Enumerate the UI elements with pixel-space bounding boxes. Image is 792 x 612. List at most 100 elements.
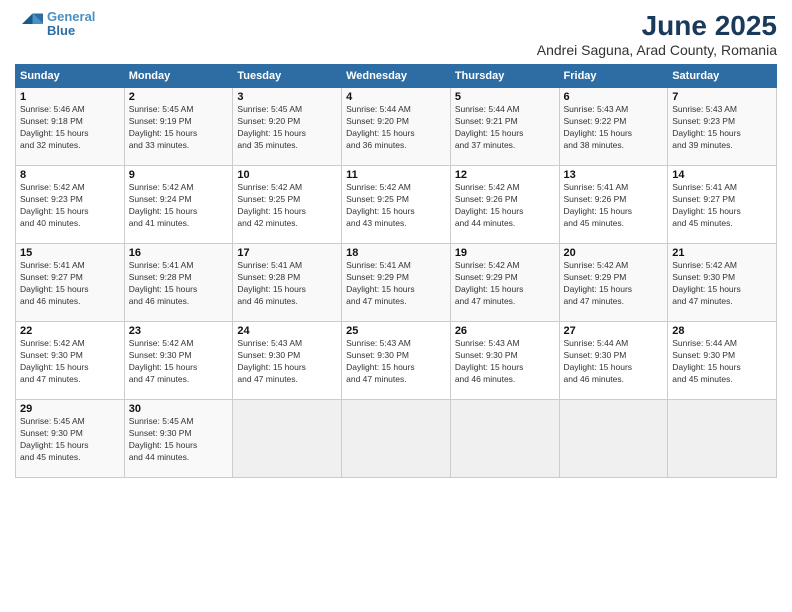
day-cell: 12Sunrise: 5:42 AM Sunset: 9:26 PM Dayli… [450, 166, 559, 244]
day-cell: 25Sunrise: 5:43 AM Sunset: 9:30 PM Dayli… [342, 322, 451, 400]
day-cell: 14Sunrise: 5:41 AM Sunset: 9:27 PM Dayli… [668, 166, 777, 244]
day-detail: Sunrise: 5:41 AM Sunset: 9:29 PM Dayligh… [346, 260, 446, 308]
day-number: 12 [455, 169, 555, 181]
day-cell: 6Sunrise: 5:43 AM Sunset: 9:22 PM Daylig… [559, 88, 668, 166]
day-detail: Sunrise: 5:45 AM Sunset: 9:30 PM Dayligh… [129, 416, 229, 464]
day-cell: 19Sunrise: 5:42 AM Sunset: 9:29 PM Dayli… [450, 244, 559, 322]
title-block: June 2025 Andrei Saguna, Arad County, Ro… [537, 10, 777, 58]
header-cell-wednesday: Wednesday [342, 65, 451, 88]
day-number: 21 [672, 247, 772, 259]
calendar-table: SundayMondayTuesdayWednesdayThursdayFrid… [15, 64, 777, 478]
day-detail: Sunrise: 5:43 AM Sunset: 9:30 PM Dayligh… [237, 338, 337, 386]
day-cell: 30Sunrise: 5:45 AM Sunset: 9:30 PM Dayli… [124, 400, 233, 478]
day-number: 22 [20, 325, 120, 337]
day-detail: Sunrise: 5:44 AM Sunset: 9:30 PM Dayligh… [564, 338, 664, 386]
day-detail: Sunrise: 5:44 AM Sunset: 9:20 PM Dayligh… [346, 104, 446, 152]
logo-icon [15, 10, 43, 38]
day-detail: Sunrise: 5:46 AM Sunset: 9:18 PM Dayligh… [20, 104, 120, 152]
day-number: 6 [564, 91, 664, 103]
main-title: June 2025 [537, 10, 777, 42]
week-row-2: 8Sunrise: 5:42 AM Sunset: 9:23 PM Daylig… [16, 166, 777, 244]
day-detail: Sunrise: 5:45 AM Sunset: 9:20 PM Dayligh… [237, 104, 337, 152]
day-cell: 18Sunrise: 5:41 AM Sunset: 9:29 PM Dayli… [342, 244, 451, 322]
day-cell: 17Sunrise: 5:41 AM Sunset: 9:28 PM Dayli… [233, 244, 342, 322]
day-number: 29 [20, 403, 120, 415]
day-cell: 27Sunrise: 5:44 AM Sunset: 9:30 PM Dayli… [559, 322, 668, 400]
day-number: 27 [564, 325, 664, 337]
subtitle: Andrei Saguna, Arad County, Romania [537, 42, 777, 58]
day-detail: Sunrise: 5:42 AM Sunset: 9:25 PM Dayligh… [237, 182, 337, 230]
header-cell-monday: Monday [124, 65, 233, 88]
day-number: 17 [237, 247, 337, 259]
day-number: 15 [20, 247, 120, 259]
day-number: 13 [564, 169, 664, 181]
header-cell-friday: Friday [559, 65, 668, 88]
day-number: 19 [455, 247, 555, 259]
day-cell: 2Sunrise: 5:45 AM Sunset: 9:19 PM Daylig… [124, 88, 233, 166]
day-number: 8 [20, 169, 120, 181]
day-detail: Sunrise: 5:42 AM Sunset: 9:30 PM Dayligh… [129, 338, 229, 386]
day-cell: 26Sunrise: 5:43 AM Sunset: 9:30 PM Dayli… [450, 322, 559, 400]
page: General Blue June 2025 Andrei Saguna, Ar… [0, 0, 792, 612]
day-number: 2 [129, 91, 229, 103]
logo: General Blue [15, 10, 95, 39]
day-number: 3 [237, 91, 337, 103]
day-number: 28 [672, 325, 772, 337]
day-cell: 9Sunrise: 5:42 AM Sunset: 9:24 PM Daylig… [124, 166, 233, 244]
day-detail: Sunrise: 5:43 AM Sunset: 9:23 PM Dayligh… [672, 104, 772, 152]
day-detail: Sunrise: 5:42 AM Sunset: 9:29 PM Dayligh… [455, 260, 555, 308]
day-cell: 23Sunrise: 5:42 AM Sunset: 9:30 PM Dayli… [124, 322, 233, 400]
header-cell-saturday: Saturday [668, 65, 777, 88]
day-cell: 29Sunrise: 5:45 AM Sunset: 9:30 PM Dayli… [16, 400, 125, 478]
week-row-1: 1Sunrise: 5:46 AM Sunset: 9:18 PM Daylig… [16, 88, 777, 166]
day-cell: 7Sunrise: 5:43 AM Sunset: 9:23 PM Daylig… [668, 88, 777, 166]
day-detail: Sunrise: 5:45 AM Sunset: 9:19 PM Dayligh… [129, 104, 229, 152]
day-number: 18 [346, 247, 446, 259]
day-cell: 28Sunrise: 5:44 AM Sunset: 9:30 PM Dayli… [668, 322, 777, 400]
day-cell: 11Sunrise: 5:42 AM Sunset: 9:25 PM Dayli… [342, 166, 451, 244]
day-detail: Sunrise: 5:42 AM Sunset: 9:30 PM Dayligh… [672, 260, 772, 308]
day-detail: Sunrise: 5:44 AM Sunset: 9:30 PM Dayligh… [672, 338, 772, 386]
day-number: 23 [129, 325, 229, 337]
header-row: SundayMondayTuesdayWednesdayThursdayFrid… [16, 65, 777, 88]
day-cell: 16Sunrise: 5:41 AM Sunset: 9:28 PM Dayli… [124, 244, 233, 322]
day-number: 5 [455, 91, 555, 103]
day-cell: 21Sunrise: 5:42 AM Sunset: 9:30 PM Dayli… [668, 244, 777, 322]
week-row-3: 15Sunrise: 5:41 AM Sunset: 9:27 PM Dayli… [16, 244, 777, 322]
day-cell: 24Sunrise: 5:43 AM Sunset: 9:30 PM Dayli… [233, 322, 342, 400]
day-detail: Sunrise: 5:42 AM Sunset: 9:29 PM Dayligh… [564, 260, 664, 308]
day-detail: Sunrise: 5:41 AM Sunset: 9:26 PM Dayligh… [564, 182, 664, 230]
day-detail: Sunrise: 5:41 AM Sunset: 9:28 PM Dayligh… [237, 260, 337, 308]
day-detail: Sunrise: 5:41 AM Sunset: 9:27 PM Dayligh… [20, 260, 120, 308]
day-detail: Sunrise: 5:42 AM Sunset: 9:26 PM Dayligh… [455, 182, 555, 230]
day-cell: 3Sunrise: 5:45 AM Sunset: 9:20 PM Daylig… [233, 88, 342, 166]
day-number: 26 [455, 325, 555, 337]
day-cell [233, 400, 342, 478]
day-number: 4 [346, 91, 446, 103]
day-cell: 10Sunrise: 5:42 AM Sunset: 9:25 PM Dayli… [233, 166, 342, 244]
header: General Blue June 2025 Andrei Saguna, Ar… [15, 10, 777, 58]
day-detail: Sunrise: 5:41 AM Sunset: 9:27 PM Dayligh… [672, 182, 772, 230]
day-cell: 5Sunrise: 5:44 AM Sunset: 9:21 PM Daylig… [450, 88, 559, 166]
day-cell [559, 400, 668, 478]
day-number: 14 [672, 169, 772, 181]
day-detail: Sunrise: 5:45 AM Sunset: 9:30 PM Dayligh… [20, 416, 120, 464]
day-detail: Sunrise: 5:44 AM Sunset: 9:21 PM Dayligh… [455, 104, 555, 152]
day-number: 20 [564, 247, 664, 259]
day-number: 11 [346, 169, 446, 181]
day-cell: 13Sunrise: 5:41 AM Sunset: 9:26 PM Dayli… [559, 166, 668, 244]
day-number: 30 [129, 403, 229, 415]
day-cell: 15Sunrise: 5:41 AM Sunset: 9:27 PM Dayli… [16, 244, 125, 322]
day-number: 25 [346, 325, 446, 337]
day-number: 16 [129, 247, 229, 259]
day-cell: 8Sunrise: 5:42 AM Sunset: 9:23 PM Daylig… [16, 166, 125, 244]
header-cell-tuesday: Tuesday [233, 65, 342, 88]
day-cell [668, 400, 777, 478]
day-number: 24 [237, 325, 337, 337]
day-number: 1 [20, 91, 120, 103]
day-detail: Sunrise: 5:43 AM Sunset: 9:30 PM Dayligh… [346, 338, 446, 386]
day-cell: 20Sunrise: 5:42 AM Sunset: 9:29 PM Dayli… [559, 244, 668, 322]
day-detail: Sunrise: 5:42 AM Sunset: 9:24 PM Dayligh… [129, 182, 229, 230]
day-detail: Sunrise: 5:43 AM Sunset: 9:22 PM Dayligh… [564, 104, 664, 152]
day-number: 9 [129, 169, 229, 181]
